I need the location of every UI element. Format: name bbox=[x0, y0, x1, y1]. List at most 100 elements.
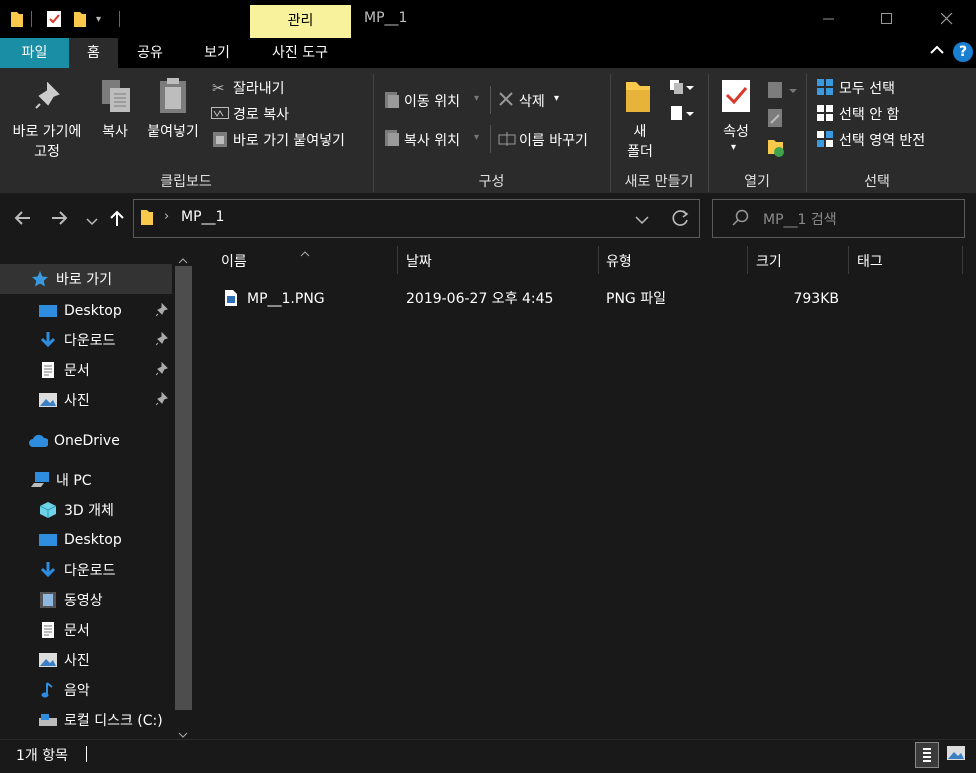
file-date: 2019-06-27 오후 4:45 bbox=[406, 291, 554, 307]
nav-pc-local-disk[interactable]: 로컬 디스크 (C:) bbox=[0, 705, 172, 735]
delete-button[interactable]: 삭제 bbox=[519, 91, 545, 111]
group-label-organize: 구성 bbox=[478, 174, 505, 190]
column-divider[interactable] bbox=[598, 246, 599, 274]
new-item-icon[interactable] bbox=[668, 78, 694, 100]
search-icon bbox=[731, 209, 749, 231]
column-divider[interactable] bbox=[962, 246, 963, 274]
column-header-tags[interactable]: 태그 bbox=[857, 250, 883, 274]
nav-pc-pictures[interactable]: 사진 bbox=[0, 645, 172, 675]
select-none-button[interactable]: 선택 안 함 bbox=[839, 104, 899, 124]
refresh-icon[interactable] bbox=[672, 209, 690, 231]
easy-access-icon[interactable] bbox=[668, 104, 694, 126]
copy-to-dropdown-icon[interactable]: ▾ bbox=[474, 132, 479, 143]
nav-onedrive[interactable]: OneDrive bbox=[0, 426, 172, 456]
properties-button[interactable]: 속성 bbox=[710, 121, 762, 141]
recent-locations-icon[interactable] bbox=[86, 214, 98, 230]
new-folder-button[interactable]: 새 bbox=[612, 121, 668, 141]
status-bar bbox=[0, 739, 976, 773]
nav-this-pc[interactable]: 내 PC bbox=[0, 465, 172, 495]
copy-button[interactable]: 복사 bbox=[92, 121, 138, 141]
move-to-button[interactable]: 이동 위치 bbox=[404, 91, 460, 111]
column-divider[interactable] bbox=[848, 246, 849, 274]
group-label-clipboard: 클립보드 bbox=[160, 174, 212, 190]
large-icons-view-icon[interactable] bbox=[946, 744, 966, 766]
cut-button[interactable]: 잘라내기 bbox=[233, 78, 285, 98]
copy-path-button[interactable]: 경로 복사 bbox=[233, 104, 289, 124]
column-header-date[interactable]: 날짜 bbox=[406, 250, 432, 274]
move-to-dropdown-icon[interactable]: ▾ bbox=[474, 93, 479, 104]
invert-selection-button[interactable]: 선택 영역 반전 bbox=[839, 130, 925, 150]
nav-pc-documents[interactable]: 문서 bbox=[0, 615, 172, 645]
select-all-button[interactable]: 모두 선택 bbox=[839, 78, 895, 98]
column-header-name[interactable]: 이름 bbox=[221, 250, 247, 274]
quick-access-dropdown-icon[interactable]: ▾ bbox=[96, 14, 101, 25]
search-input[interactable] bbox=[712, 199, 965, 238]
column-header-size[interactable]: 크기 bbox=[756, 250, 782, 274]
nav-quick-desktop[interactable]: Desktop bbox=[0, 296, 172, 326]
back-icon[interactable] bbox=[13, 210, 31, 230]
nav-quick-downloads[interactable]: 다운로드 bbox=[0, 325, 172, 355]
cut-icon: ✂ bbox=[212, 79, 225, 97]
address-history-dropdown-icon[interactable] bbox=[635, 213, 649, 229]
star-icon bbox=[30, 269, 50, 289]
nav-label: Desktop bbox=[64, 532, 122, 548]
computer-icon bbox=[30, 470, 50, 490]
details-view-icon[interactable] bbox=[915, 742, 939, 768]
history-icon[interactable] bbox=[767, 138, 785, 162]
paste-icon bbox=[158, 77, 188, 119]
nav-label: 음악 bbox=[64, 683, 90, 699]
nav-pc-videos[interactable]: 동영상 bbox=[0, 585, 172, 615]
copy-to-button[interactable]: 복사 위치 bbox=[404, 130, 460, 150]
document-icon bbox=[38, 360, 58, 380]
breadcrumb-chevron-icon[interactable]: › bbox=[164, 209, 169, 224]
tab-home[interactable]: 홈 bbox=[69, 38, 118, 68]
collapse-ribbon-icon[interactable] bbox=[929, 44, 945, 60]
document-icon bbox=[38, 620, 58, 640]
nav-pc-downloads[interactable]: 다운로드 bbox=[0, 555, 172, 585]
tab-view[interactable]: 보기 bbox=[182, 38, 252, 68]
search-placeholder: MP__1 검색 bbox=[763, 212, 837, 228]
open-icon[interactable] bbox=[767, 81, 797, 103]
close-button[interactable] bbox=[918, 0, 976, 38]
file-type: PNG 파일 bbox=[606, 291, 666, 307]
copy-to-icon bbox=[384, 129, 400, 151]
nav-pc-3d-objects[interactable]: 3D 개체 bbox=[0, 495, 172, 525]
delete-dropdown-icon[interactable]: ▾ bbox=[554, 93, 559, 104]
minimize-button[interactable] bbox=[800, 0, 858, 38]
properties-dropdown-icon[interactable]: ▾ bbox=[731, 142, 736, 153]
film-icon bbox=[38, 590, 58, 610]
column-header-type[interactable]: 유형 bbox=[606, 250, 632, 274]
paste-button[interactable]: 붙여넣기 bbox=[140, 121, 206, 141]
pinned-icon bbox=[155, 361, 168, 380]
properties-quick-icon[interactable] bbox=[46, 10, 62, 32]
tab-share[interactable]: 공유 bbox=[118, 38, 182, 68]
file-name[interactable]: MP__1.PNG bbox=[247, 288, 325, 310]
nav-quick-pictures[interactable]: 사진 bbox=[0, 385, 172, 415]
nav-scroll-thumb[interactable] bbox=[175, 266, 192, 710]
breadcrumb-current[interactable]: MP__1 bbox=[181, 209, 224, 225]
column-divider[interactable] bbox=[747, 246, 748, 274]
nav-pc-music[interactable]: 음악 bbox=[0, 675, 172, 705]
nav-label: 3D 개체 bbox=[64, 503, 114, 519]
contextual-tab-manage[interactable]: 관리 bbox=[250, 5, 351, 38]
up-icon[interactable] bbox=[109, 209, 125, 231]
nav-quick-documents[interactable]: 문서 bbox=[0, 355, 172, 385]
select-none-icon bbox=[817, 105, 833, 125]
pinned-icon bbox=[155, 391, 168, 410]
forward-icon[interactable] bbox=[51, 210, 69, 230]
tab-file[interactable]: 파일 bbox=[0, 38, 69, 68]
pictures-icon bbox=[38, 650, 58, 670]
tab-picture-tools[interactable]: 사진 도구 bbox=[252, 38, 348, 68]
nav-pc-desktop[interactable]: Desktop bbox=[0, 525, 172, 555]
rename-button[interactable]: 이름 바꾸기 bbox=[519, 130, 588, 150]
maximize-button[interactable] bbox=[858, 0, 916, 38]
column-divider[interactable] bbox=[397, 246, 398, 274]
edit-icon[interactable] bbox=[767, 108, 785, 132]
nav-quick-access[interactable]: 바로 가기 bbox=[0, 264, 172, 294]
window-title: MP__1 bbox=[364, 10, 408, 26]
new-folder-quick-icon[interactable] bbox=[73, 10, 87, 32]
paste-shortcut-button[interactable]: 바로 가기 붙여넣기 bbox=[233, 130, 345, 150]
cube-icon bbox=[38, 500, 58, 520]
help-icon[interactable]: ? bbox=[953, 42, 973, 62]
png-file-icon bbox=[224, 289, 238, 311]
